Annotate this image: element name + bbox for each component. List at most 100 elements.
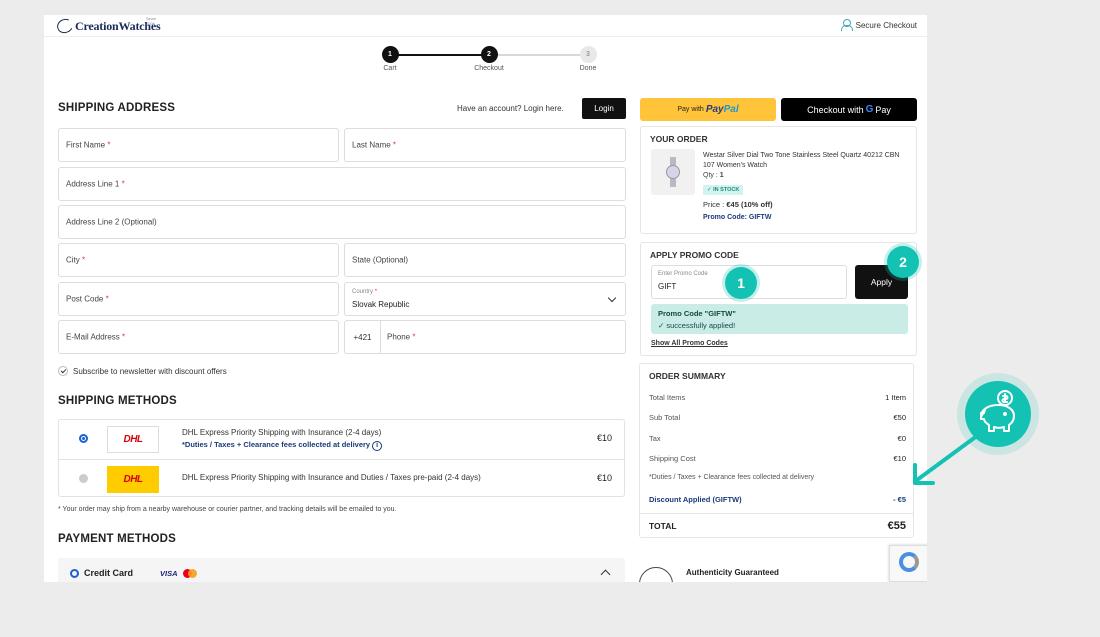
post-code-field[interactable]: Post Code * <box>58 282 339 316</box>
your-order-title: YOUR ORDER <box>650 134 708 144</box>
summary-label: Sub Total <box>649 413 681 422</box>
brand-logo[interactable]: CreationWatches Since 2006 <box>55 16 161 36</box>
qty-label: Qty : <box>703 172 718 179</box>
google-pay-button[interactable]: Checkout with G Pay <box>781 98 917 121</box>
piggy-bank-icon <box>980 390 1015 432</box>
required-mark: * <box>82 255 86 265</box>
email-placeholder: E-Mail Address <box>66 332 120 342</box>
stock-label: IN STOCK <box>713 187 740 193</box>
checkout-page: CreationWatches Since 2006 Secure Checko… <box>44 15 927 582</box>
shipping-radio-unselected[interactable] <box>79 474 88 483</box>
step-done-dot: 3 <box>579 46 597 63</box>
secure-checkout-label: Secure Checkout <box>855 20 917 30</box>
product-qty: Qty : 1 <box>703 172 724 179</box>
last-name-placeholder: Last Name <box>352 140 391 150</box>
google-icon: G <box>865 104 874 115</box>
paypal-button[interactable]: Pay with PayPal <box>640 98 776 121</box>
country-value: Slovak Republic <box>352 300 410 309</box>
show-all-promo-codes-link[interactable]: Show All Promo Codes <box>651 340 728 347</box>
shipping-option-name: DHL Express Priority Shipping with Insur… <box>182 473 481 482</box>
shipping-option[interactable]: DHL DHL Express Priority Shipping with I… <box>59 420 624 458</box>
post-code-placeholder: Post Code <box>66 294 104 304</box>
applied-promo-code: Promo Code: GIFTW <box>703 214 772 221</box>
recaptcha-badge[interactable] <box>889 545 927 582</box>
promo-success-msg: successfully applied! <box>666 321 736 330</box>
promo-success-title: Promo Code "GIFTW" <box>658 309 736 318</box>
paypal-prefix: Pay with <box>677 106 704 113</box>
phone-field[interactable]: +421 Phone * <box>344 320 626 354</box>
country-label: Country <box>352 289 374 295</box>
state-field[interactable]: State (Optional) <box>344 243 626 277</box>
required-mark: * <box>105 294 109 304</box>
city-placeholder: City <box>66 255 80 265</box>
shipping-option-name: DHL Express Priority Shipping with Insur… <box>182 428 382 437</box>
chevron-up-icon[interactable] <box>600 569 611 580</box>
shipping-option[interactable]: DHL DHL Express Priority Shipping with I… <box>59 459 624 497</box>
qty-value: 1 <box>719 172 724 179</box>
discount-value: - €5 <box>893 495 906 504</box>
city-field[interactable]: City * <box>58 243 339 277</box>
login-button[interactable]: Login <box>582 98 626 119</box>
piggy-bank-badge <box>957 373 1039 455</box>
shipping-option-note: *Duties / Taxes + Clearance fees collect… <box>182 440 383 451</box>
address-line-2-field[interactable]: Address Line 2 (Optional) <box>58 205 626 239</box>
address-line-1-field[interactable]: Address Line 1 * <box>58 167 626 201</box>
last-name-field[interactable]: Last Name * <box>344 128 626 162</box>
info-icon[interactable]: i <box>372 441 383 451</box>
shipping-note: * Your order may ship from a nearby ware… <box>58 506 397 513</box>
promo-input-value: GIFT <box>658 282 677 291</box>
state-placeholder: State (Optional) <box>352 255 409 265</box>
newsletter-checkbox[interactable] <box>58 366 68 376</box>
newsletter-label: Subscribe to newsletter with discount of… <box>73 366 227 376</box>
first-name-placeholder: First Name <box>66 140 106 150</box>
recaptcha-icon <box>899 552 919 572</box>
summary-duties-note: *Duties / Taxes + Clearance fees collect… <box>649 474 815 481</box>
promo-success-text: ✓ successfully applied! <box>658 321 736 330</box>
chevron-down-icon <box>607 293 617 303</box>
summary-label: Total Items <box>649 393 686 402</box>
payment-option-credit-card[interactable]: Credit Card VISA <box>58 558 625 582</box>
piggy-bank-circle <box>965 381 1031 447</box>
first-name-field[interactable]: First Name * <box>58 128 339 162</box>
discount-label: Discount Applied (GIFTW) <box>649 495 742 504</box>
authenticity-seal-icon <box>639 567 673 582</box>
step-cart-dot: 1 <box>381 46 399 63</box>
step-checkout-label: Checkout <box>474 65 504 72</box>
summary-label: Tax <box>649 434 661 443</box>
payment-radio-selected[interactable] <box>70 569 79 578</box>
summary-row-subtotal: Sub Total €50 <box>649 413 906 425</box>
duties-note: *Duties / Taxes + Clearance fees collect… <box>182 440 371 449</box>
summary-label: Shipping Cost <box>649 454 696 463</box>
user-lock-icon <box>840 19 853 31</box>
payment-method-label: Credit Card <box>84 568 134 578</box>
summary-row-shipping: Shipping Cost €10 <box>649 454 906 466</box>
newsletter-option[interactable]: Subscribe to newsletter with discount of… <box>58 366 227 376</box>
visa-icon: VISA <box>160 569 178 578</box>
summary-row-discount: Discount Applied (GIFTW) - €5 <box>649 495 906 507</box>
promo-code-card: APPLY PROMO CODE Enter Promo Code GIFT A… <box>640 242 917 356</box>
shipping-radio-selected[interactable] <box>79 434 88 443</box>
mastercard-icon <box>183 569 197 578</box>
watch-image <box>666 157 680 187</box>
phone-placeholder: Phone <box>387 332 411 342</box>
summary-total: TOTAL €55 <box>649 520 906 532</box>
gpay-text: Checkout with <box>807 104 864 115</box>
email-field[interactable]: E-Mail Address * <box>58 320 339 354</box>
required-mark: * <box>122 332 126 342</box>
total-value: €55 <box>887 520 906 532</box>
step-checkout-dot: 2 <box>480 46 498 63</box>
paypal-logo: PayPal <box>706 104 739 115</box>
paypal-pal: Pal <box>723 104 739 115</box>
phone-prefix[interactable]: +421 <box>345 321 381 353</box>
order-summary-card: ORDER SUMMARY Total Items 1 Item Sub Tot… <box>639 363 914 538</box>
address-line-1-placeholder: Address Line 1 <box>66 179 120 189</box>
step-done-label: Done <box>579 65 597 72</box>
account-prompt: Have an account? Login here. <box>457 104 564 113</box>
step-cart[interactable]: 1 Cart <box>360 46 420 72</box>
shipping-address-title: SHIPPING ADDRESS <box>58 102 176 114</box>
required-mark: * <box>121 179 125 189</box>
country-select[interactable]: Country * Slovak Republic <box>344 282 626 316</box>
shipping-option-price: €10 <box>596 473 612 483</box>
your-order-card: YOUR ORDER Westar Silver Dial Two Tone S… <box>640 126 917 234</box>
product-thumbnail[interactable] <box>651 149 695 195</box>
